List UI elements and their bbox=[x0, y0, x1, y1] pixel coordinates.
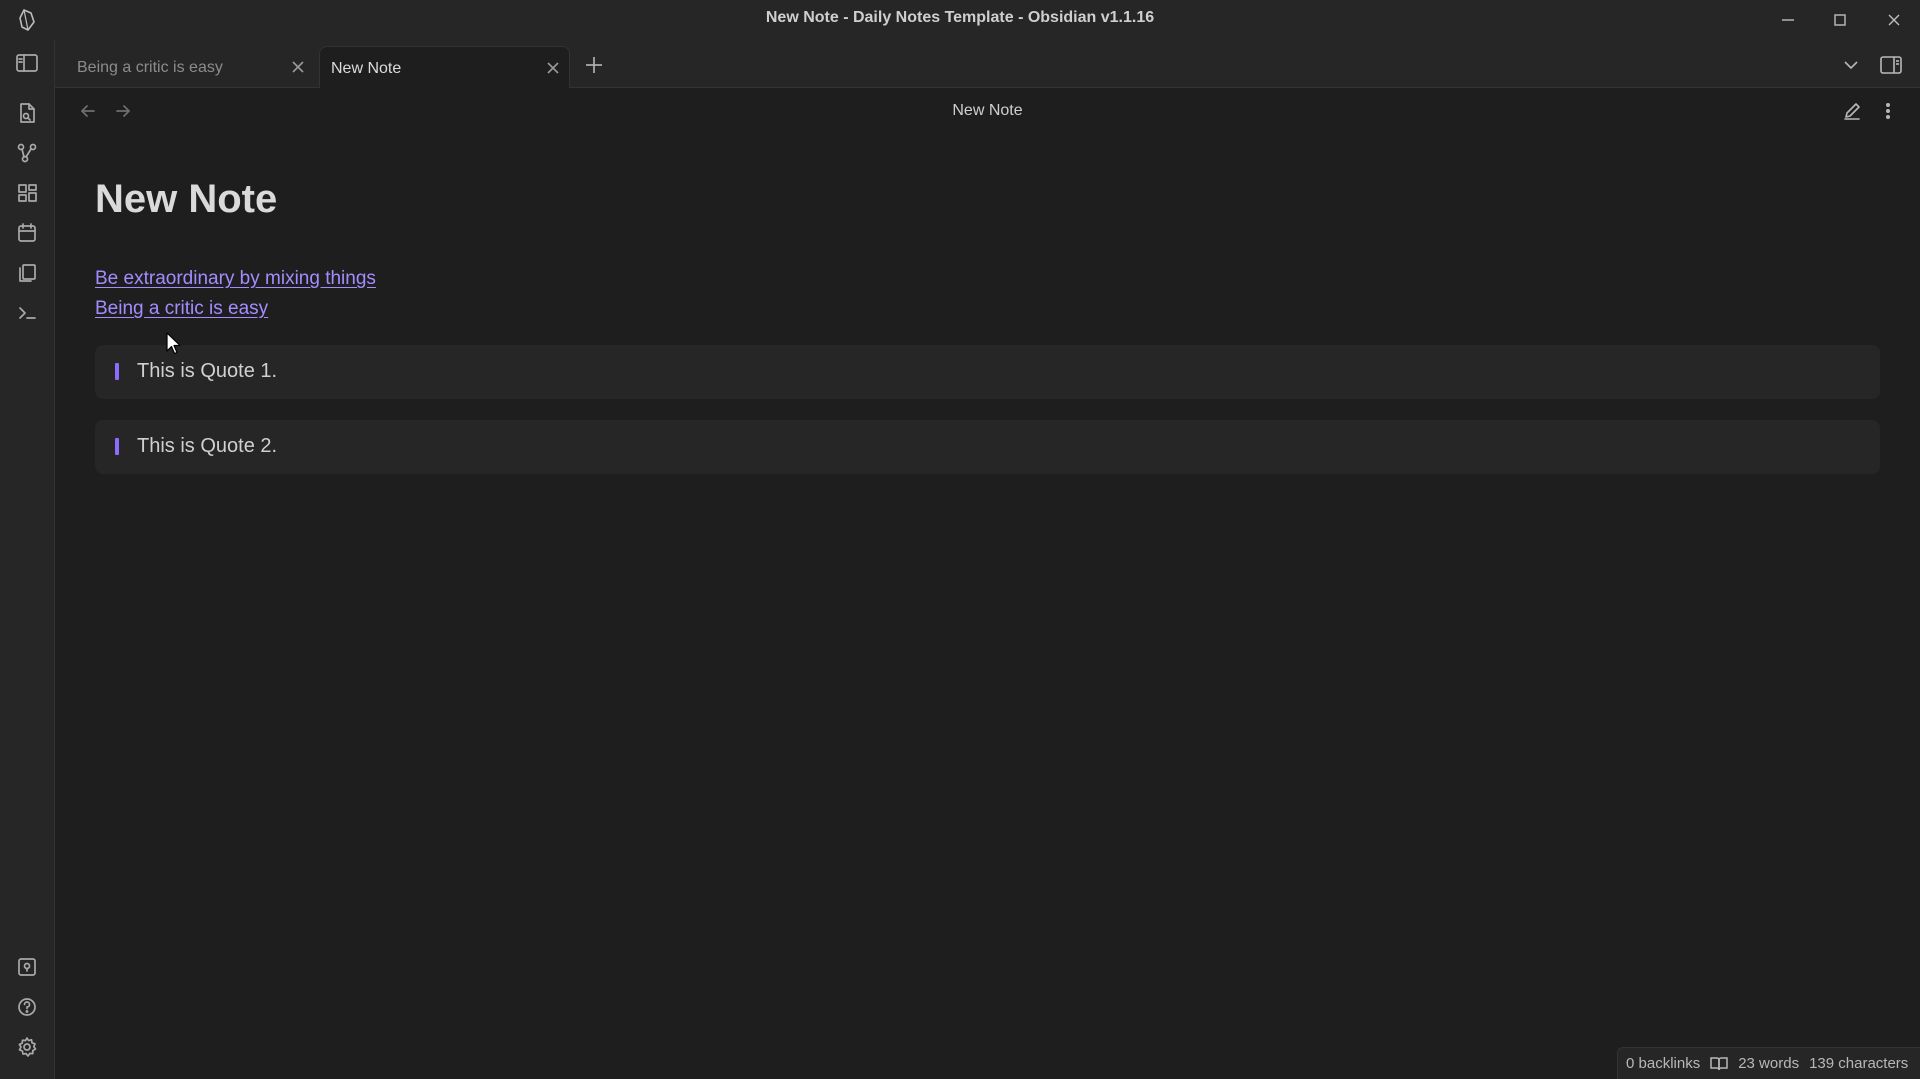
mouse-cursor-icon bbox=[166, 332, 181, 355]
command-palette-icon bbox=[19, 307, 36, 319]
tab-label: New Note bbox=[331, 60, 402, 77]
help-icon bbox=[18, 998, 36, 1016]
tab-close-button[interactable] bbox=[545, 60, 561, 76]
status-bar: 0 backlinks 23 words 139 characters bbox=[1617, 1047, 1920, 1079]
note-title: New Note bbox=[95, 177, 278, 221]
help-button[interactable] bbox=[14, 994, 40, 1020]
more-vertical-icon bbox=[1886, 102, 1891, 120]
toggle-left-sidebar-button[interactable] bbox=[14, 50, 40, 76]
plus-icon bbox=[586, 57, 602, 73]
tab-list-dropdown-button[interactable] bbox=[1838, 52, 1864, 78]
left-ribbon bbox=[0, 40, 55, 1079]
internal-link[interactable]: Be extraordinary by mixing things bbox=[95, 268, 376, 290]
toggle-right-sidebar-button[interactable] bbox=[1878, 52, 1904, 78]
edit-mode-button[interactable] bbox=[1840, 99, 1864, 123]
title-bar: New Note - Daily Notes Template - Obsidi… bbox=[0, 0, 1920, 40]
quote-text: This is Quote 1. bbox=[137, 360, 278, 382]
canvas-icon bbox=[18, 184, 37, 202]
reading-view-icon[interactable] bbox=[1710, 1056, 1728, 1072]
minimize-icon bbox=[1782, 19, 1794, 21]
word-count: 23 words bbox=[1738, 1055, 1800, 1072]
tab-label: Being a critic is easy bbox=[77, 59, 223, 76]
close-icon bbox=[292, 61, 304, 73]
backlinks-count[interactable]: 0 backlinks bbox=[1626, 1055, 1700, 1072]
internal-link[interactable]: Being a critic is easy bbox=[95, 298, 268, 320]
sidebar-left-icon bbox=[16, 54, 38, 72]
blockquote: This is Quote 1. bbox=[95, 345, 1880, 399]
chevron-down-icon bbox=[1844, 61, 1858, 70]
more-options-button[interactable] bbox=[1876, 99, 1900, 123]
tab-close-button[interactable] bbox=[290, 59, 306, 75]
maximize-button[interactable] bbox=[1822, 6, 1858, 34]
templates-icon bbox=[19, 264, 36, 282]
blockquote: This is Quote 2. bbox=[95, 420, 1880, 474]
daily-note-button[interactable] bbox=[14, 220, 40, 246]
quick-switcher-button[interactable] bbox=[14, 100, 40, 126]
new-tab-button[interactable] bbox=[582, 53, 606, 77]
sidebar-right-icon bbox=[1880, 56, 1902, 74]
canvas-button[interactable] bbox=[14, 180, 40, 206]
calendar-icon bbox=[18, 223, 36, 242]
close-icon bbox=[547, 62, 559, 74]
quote-bar bbox=[115, 438, 119, 455]
settings-button[interactable] bbox=[14, 1034, 40, 1060]
view-header-title[interactable]: New Note bbox=[55, 102, 1920, 120]
quote-text: This is Quote 2. bbox=[137, 435, 278, 457]
tab-being-a-critic-is-easy[interactable]: Being a critic is easy bbox=[66, 46, 314, 88]
command-palette-button[interactable] bbox=[14, 300, 40, 326]
graph-view-button[interactable] bbox=[14, 140, 40, 166]
pencil-icon bbox=[1844, 103, 1860, 120]
tab-bar: Being a critic is easy New Note bbox=[55, 40, 1920, 88]
vault-icon bbox=[18, 958, 36, 976]
minimize-button[interactable] bbox=[1770, 6, 1806, 34]
open-vault-button[interactable] bbox=[14, 954, 40, 980]
settings-icon bbox=[18, 1037, 37, 1057]
character-count: 139 characters bbox=[1809, 1055, 1909, 1072]
close-icon bbox=[1888, 14, 1900, 26]
insert-template-button[interactable] bbox=[14, 260, 40, 286]
switcher-icon bbox=[20, 103, 35, 123]
maximize-icon bbox=[1834, 14, 1846, 26]
quote-bar bbox=[115, 363, 119, 380]
tab-new-note[interactable]: New Note bbox=[319, 46, 570, 88]
close-window-button[interactable] bbox=[1876, 6, 1912, 34]
graph-icon bbox=[17, 143, 37, 163]
window-title: New Note - Daily Notes Template - Obsidi… bbox=[765, 9, 1155, 26]
